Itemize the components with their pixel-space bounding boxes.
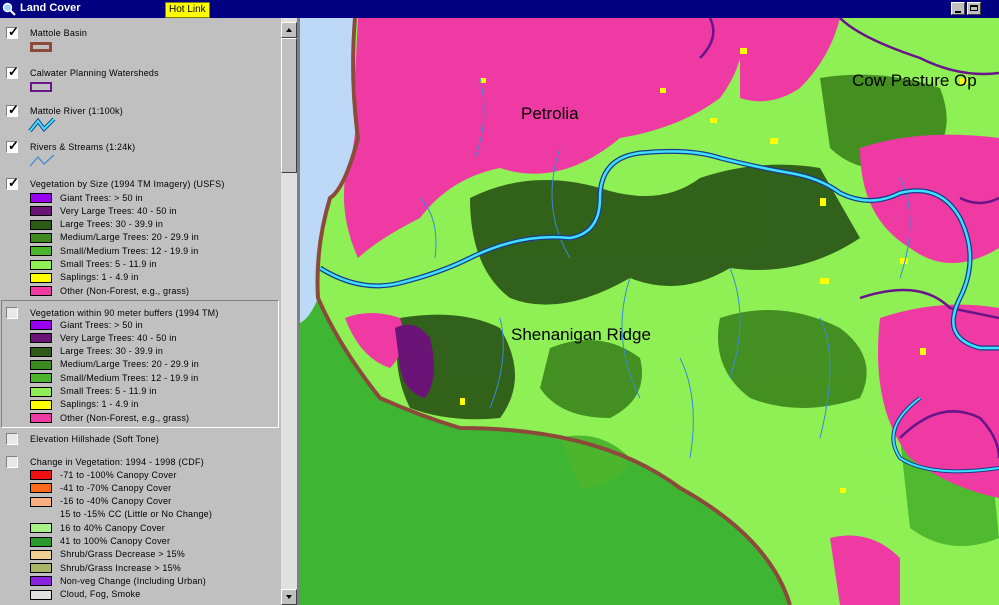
legend-swatch [30,413,52,424]
legend-swatch [30,286,52,297]
legend-class-label: -16 to -40% Canopy Cover [60,496,172,507]
legend-class-label: Small/Medium Trees: 12 - 19.9 in [60,372,199,383]
legend-swatch [30,359,52,370]
legend-swatch [30,259,52,270]
layer-veg-buffers-checkbox[interactable] [6,307,18,319]
scroll-up-button[interactable] [281,22,297,38]
window-titlebar: Land Cover Hot Link [0,0,999,18]
legend-swatch [30,386,52,397]
arrow-down-icon [286,595,292,599]
layer-name: Vegetation within 90 meter buffers (1994… [30,308,219,318]
maximize-icon [970,5,978,11]
layer-mattole-river-checkbox[interactable]: ✓ [6,102,19,117]
stream-line-icon [29,154,55,167]
maximize-button[interactable] [967,2,981,15]
legend-swatch [30,576,52,587]
legend-swatch [30,563,52,574]
legend-class-label: -41 to -70% Canopy Cover [60,482,172,493]
check-mark-icon: ✓ [8,24,19,39]
layer-hillshade-checkbox[interactable] [6,433,18,445]
hot-link-button[interactable]: Hot Link [165,2,210,18]
layer-veg-size-checkbox[interactable]: ✓ [6,175,19,190]
legend-swatch [30,399,52,410]
legend-class-label: Saplings: 1 - 4.9 in [60,399,139,410]
layer-mattole-basin-checkbox[interactable]: ✓ [6,24,19,39]
layer-name: Rivers & Streams (1:24k) [30,142,136,152]
legend-class-label: Small/Medium Trees: 12 - 19.9 in [60,245,199,256]
legend-class-label: Other (Non-Forest, e.g., grass) [60,412,190,423]
legend-swatch [30,193,52,203]
layer-calwater-checkbox[interactable]: ✓ [6,64,19,79]
place-label-shenanigan-ridge: Shenanigan Ridge [511,325,651,344]
legend-class-label: Large Trees: 30 - 39.9 in [60,346,164,357]
basin-outline-icon [30,42,52,52]
legend-swatch [30,346,52,357]
legend-swatch [30,320,52,330]
legend-swatch [30,333,52,344]
legend-swatch [30,483,52,494]
legend-class-label: Other (Non-Forest, e.g., grass) [60,285,190,296]
place-label-petrolia: Petrolia [521,104,579,123]
legend-class-label: Giant Trees: > 50 in [60,192,143,203]
layer-rivers-streams-checkbox[interactable]: ✓ [6,138,19,153]
scroll-down-button[interactable] [281,589,297,605]
check-mark-icon: ✓ [8,64,19,79]
legend-scrollbar[interactable] [281,18,297,605]
magnifier-app-icon [2,2,16,16]
legend-swatch [30,219,52,230]
legend-class-label: Large Trees: 30 - 39.9 in [60,219,164,230]
map-canvas [300,18,999,605]
legend-swatch [30,373,52,384]
legend-class-label: Non-veg Change (Including Urban) [60,575,206,586]
minimize-icon [955,11,961,13]
map-view[interactable]: Petrolia Cow Pasture Op Shenanigan Ridge [300,18,999,605]
layer-legend-panel: ✓ Mattole Basin ✓ Calwater Planning Wate… [0,18,281,605]
layer-name: Elevation Hillshade (Soft Tone) [30,434,160,444]
legend-class-label: 16 to 40% Canopy Cover [60,522,165,533]
legend-class-label: 15 to -15% CC (Little or No Change) [60,509,213,520]
legend-class-label: 41 to 100% Canopy Cover [60,536,171,546]
place-label-cow-pasture: Cow Pasture Op [852,71,977,90]
river-line-icon [28,117,56,133]
legend-class-label: Medium/Large Trees: 20 - 29.9 in [60,359,199,370]
legend-class-label: Small Trees: 5 - 11.9 in [60,259,157,269]
legend-swatch [30,246,52,257]
layer-name: Change in Vegetation: 1994 - 1998 (CDF) [30,457,204,467]
legend-swatch [30,549,52,560]
layer-name: Calwater Planning Watersheds [30,68,159,78]
check-mark-icon: ✓ [8,175,19,190]
watershed-outline-icon [30,82,52,92]
legend-class-label: Very Large Trees: 40 - 50 in [60,332,177,343]
legend-swatch [30,470,52,480]
layer-name: Mattole River (1:100k) [30,106,123,116]
layer-change-checkbox[interactable] [6,456,18,468]
scroll-thumb[interactable] [281,38,297,173]
legend-class-label: Shrub/Grass Increase > 15% [60,562,182,573]
arrow-up-icon [286,28,292,32]
legend-class-label: Very Large Trees: 40 - 50 in [60,205,177,216]
legend-swatch [30,232,52,243]
legend-class-label: Small Trees: 5 - 11.9 in [60,386,157,396]
legend-class-label: Shrub/Grass Decrease > 15% [60,549,186,560]
check-mark-icon: ✓ [8,138,19,153]
layer-name: Vegetation by Size (1994 TM Imagery) (US… [30,179,225,189]
legend-class-label: -71 to -100% Canopy Cover [60,469,177,480]
legend-swatch [30,272,52,283]
legend-class-label: Giant Trees: > 50 in [60,319,143,330]
legend-class-label: Cloud, Fog, Smoke [60,589,141,600]
layer-name: Mattole Basin [30,28,88,38]
legend-swatch [30,206,52,217]
minimize-button[interactable] [951,2,965,15]
legend-swatch [30,496,52,507]
legend-swatch [30,536,52,547]
legend-swatch [30,589,52,600]
check-mark-icon: ✓ [8,102,19,117]
legend-class-label: Saplings: 1 - 4.9 in [60,272,139,283]
legend-class-label: Medium/Large Trees: 20 - 29.9 in [60,232,199,243]
legend-swatch [30,523,52,534]
window-title: Land Cover [20,2,81,14]
